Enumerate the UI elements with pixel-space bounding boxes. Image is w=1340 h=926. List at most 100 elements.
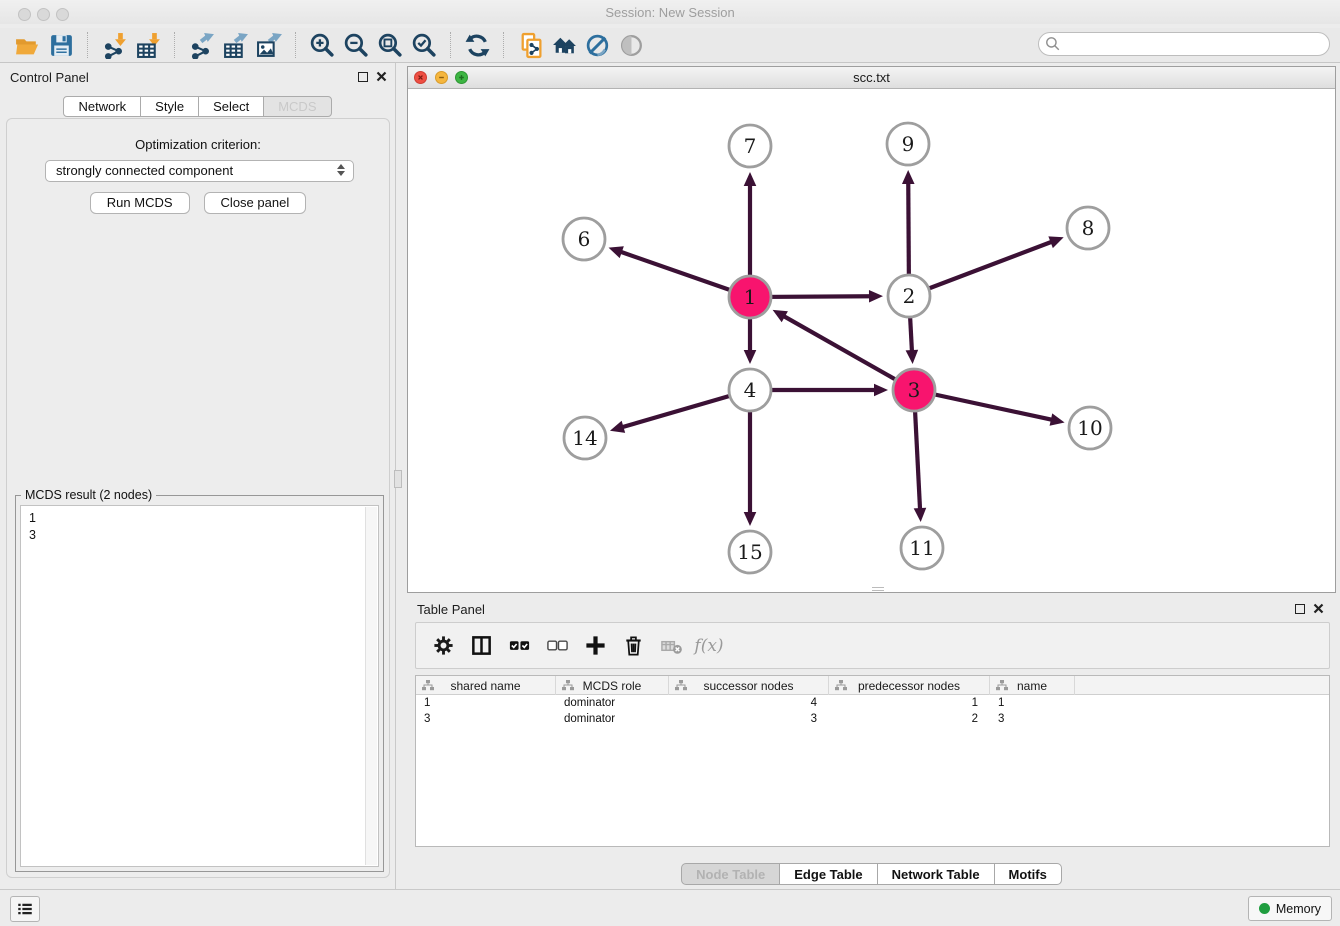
add-column-icon — [584, 634, 607, 657]
node-table-body: 1dominator4113dominator323 — [416, 695, 1329, 727]
delete-column-button[interactable] — [620, 633, 646, 659]
table-settings-button[interactable] — [430, 633, 456, 659]
import-table-button[interactable] — [133, 30, 163, 60]
graph-node-9[interactable]: 9 — [887, 123, 929, 165]
tab-node-table[interactable]: Node Table — [681, 863, 780, 885]
tab-style[interactable]: Style — [140, 96, 199, 117]
zoom-out-button[interactable] — [341, 30, 371, 60]
export-network-button[interactable] — [186, 30, 216, 60]
node-table: shared name MCDS rolesuccessor nodesprede… — [415, 675, 1330, 847]
float-panel-icon[interactable] — [358, 72, 368, 82]
node-label: 11 — [909, 536, 934, 560]
graph-node-11[interactable]: 11 — [901, 527, 943, 569]
zoom-fit-button[interactable] — [375, 30, 405, 60]
refresh-button[interactable] — [462, 30, 492, 60]
mcds-result-title: MCDS result (2 nodes) — [21, 488, 156, 502]
column-header-MCDS-role[interactable]: MCDS role — [556, 676, 669, 695]
memory-label: Memory — [1276, 902, 1321, 916]
edge-2-8[interactable] — [909, 236, 1064, 296]
table-panel-header: Table Panel — [407, 595, 1336, 623]
tab-motifs[interactable]: Motifs — [994, 863, 1062, 885]
apply-style-button[interactable] — [583, 30, 613, 60]
table-cell: 1 — [416, 695, 556, 711]
result-scrollbar[interactable] — [365, 507, 377, 865]
deselect-all-rows-button[interactable] — [544, 633, 570, 659]
graph-node-10[interactable]: 10 — [1069, 407, 1111, 449]
search-field — [1038, 32, 1330, 56]
table-cell: 4 — [669, 695, 829, 711]
table-cell: dominator — [556, 695, 669, 711]
graph-node-3[interactable]: 3 — [893, 369, 935, 411]
column-header-shared-name[interactable]: shared name — [416, 676, 556, 695]
add-column-button[interactable] — [582, 633, 608, 659]
control-panel: Control Panel NetworkStyleSelectMCDS Opt… — [0, 63, 396, 889]
close-panel-icon[interactable] — [376, 71, 387, 82]
node-label: 10 — [1077, 416, 1102, 440]
graph-node-4[interactable]: 4 — [729, 369, 771, 411]
column-header-predecessor-nodes[interactable]: predecessor nodes — [829, 676, 990, 695]
column-label: shared name — [450, 679, 520, 693]
tab-select[interactable]: Select — [198, 96, 264, 117]
new-network-from-selection-button[interactable] — [515, 30, 545, 60]
graph-node-7[interactable]: 7 — [729, 125, 771, 167]
export-network-icon — [188, 32, 215, 59]
node-label: 7 — [744, 134, 757, 158]
search-input[interactable] — [1038, 32, 1330, 56]
table-row[interactable]: 3dominator323 — [416, 711, 1329, 727]
titlebar: Session: New Session — [0, 0, 1340, 24]
close-table-panel-icon[interactable] — [1313, 603, 1324, 614]
float-table-panel-icon[interactable] — [1295, 604, 1305, 614]
save-session-button[interactable] — [46, 30, 76, 60]
task-history-button[interactable] — [10, 896, 40, 922]
deselect-all-rows-icon — [546, 634, 569, 657]
save-session-icon — [48, 32, 75, 59]
node-label: 8 — [1082, 216, 1095, 240]
select-all-rows-button[interactable] — [506, 633, 532, 659]
panel-splitter-grip[interactable] — [394, 470, 402, 488]
memory-button[interactable]: Memory — [1248, 896, 1332, 921]
edge-1-6[interactable] — [609, 246, 750, 297]
select-stepper-icon — [337, 164, 345, 176]
tab-network[interactable]: Network — [63, 96, 141, 117]
zoom-in-button[interactable] — [307, 30, 337, 60]
graph-node-8[interactable]: 8 — [1067, 207, 1109, 249]
mcds-result-list: 13 — [20, 505, 379, 867]
edge-3-10[interactable] — [914, 390, 1065, 426]
tab-mcds[interactable]: MCDS — [263, 96, 331, 117]
table-settings-icon — [432, 634, 455, 657]
column-header-successor-nodes[interactable]: successor nodes — [669, 676, 829, 695]
close-panel-button[interactable]: Close panel — [204, 192, 307, 214]
table-cell: 2 — [829, 711, 990, 727]
mcds-result-group: MCDS result (2 nodes) 13 — [15, 495, 384, 872]
open-session-button[interactable] — [12, 30, 42, 60]
run-mcds-button[interactable]: Run MCDS — [90, 192, 190, 214]
graph-node-2[interactable]: 2 — [888, 275, 930, 317]
first-neighbors-button[interactable] — [549, 30, 579, 60]
edge-3-1[interactable] — [773, 310, 914, 390]
mcds-panel: Optimization criterion: strongly connect… — [6, 118, 390, 878]
zoom-selected-button[interactable] — [409, 30, 439, 60]
column-header-name[interactable]: name — [990, 676, 1075, 695]
graph-node-15[interactable]: 15 — [729, 531, 771, 573]
graph-node-6[interactable]: 6 — [563, 218, 605, 260]
delete-column-icon — [622, 634, 645, 657]
tab-network-table[interactable]: Network Table — [877, 863, 995, 885]
frame-resize-grip[interactable] — [872, 587, 884, 591]
export-table-icon — [222, 32, 249, 59]
tab-edge-table[interactable]: Edge Table — [779, 863, 877, 885]
table-cell: 3 — [990, 711, 1075, 727]
export-table-button[interactable] — [220, 30, 250, 60]
graph-node-14[interactable]: 14 — [564, 417, 606, 459]
network-canvas[interactable]: 7 9 6 8 1 2 4 3 14 10 15 11 — [408, 89, 1335, 592]
export-image-button[interactable] — [254, 30, 284, 60]
optimization-criterion-select[interactable]: strongly connected component — [45, 160, 354, 182]
table-row[interactable]: 1dominator411 — [416, 695, 1329, 711]
main-toolbar — [0, 28, 1340, 63]
import-network-button[interactable] — [99, 30, 129, 60]
node-label: 14 — [572, 426, 597, 450]
export-image-icon — [256, 32, 283, 59]
zoom-out-icon — [343, 32, 370, 59]
sort-tree-icon — [996, 680, 1008, 691]
graph-node-1[interactable]: 1 — [729, 276, 771, 318]
toggle-columns-button[interactable] — [468, 633, 494, 659]
